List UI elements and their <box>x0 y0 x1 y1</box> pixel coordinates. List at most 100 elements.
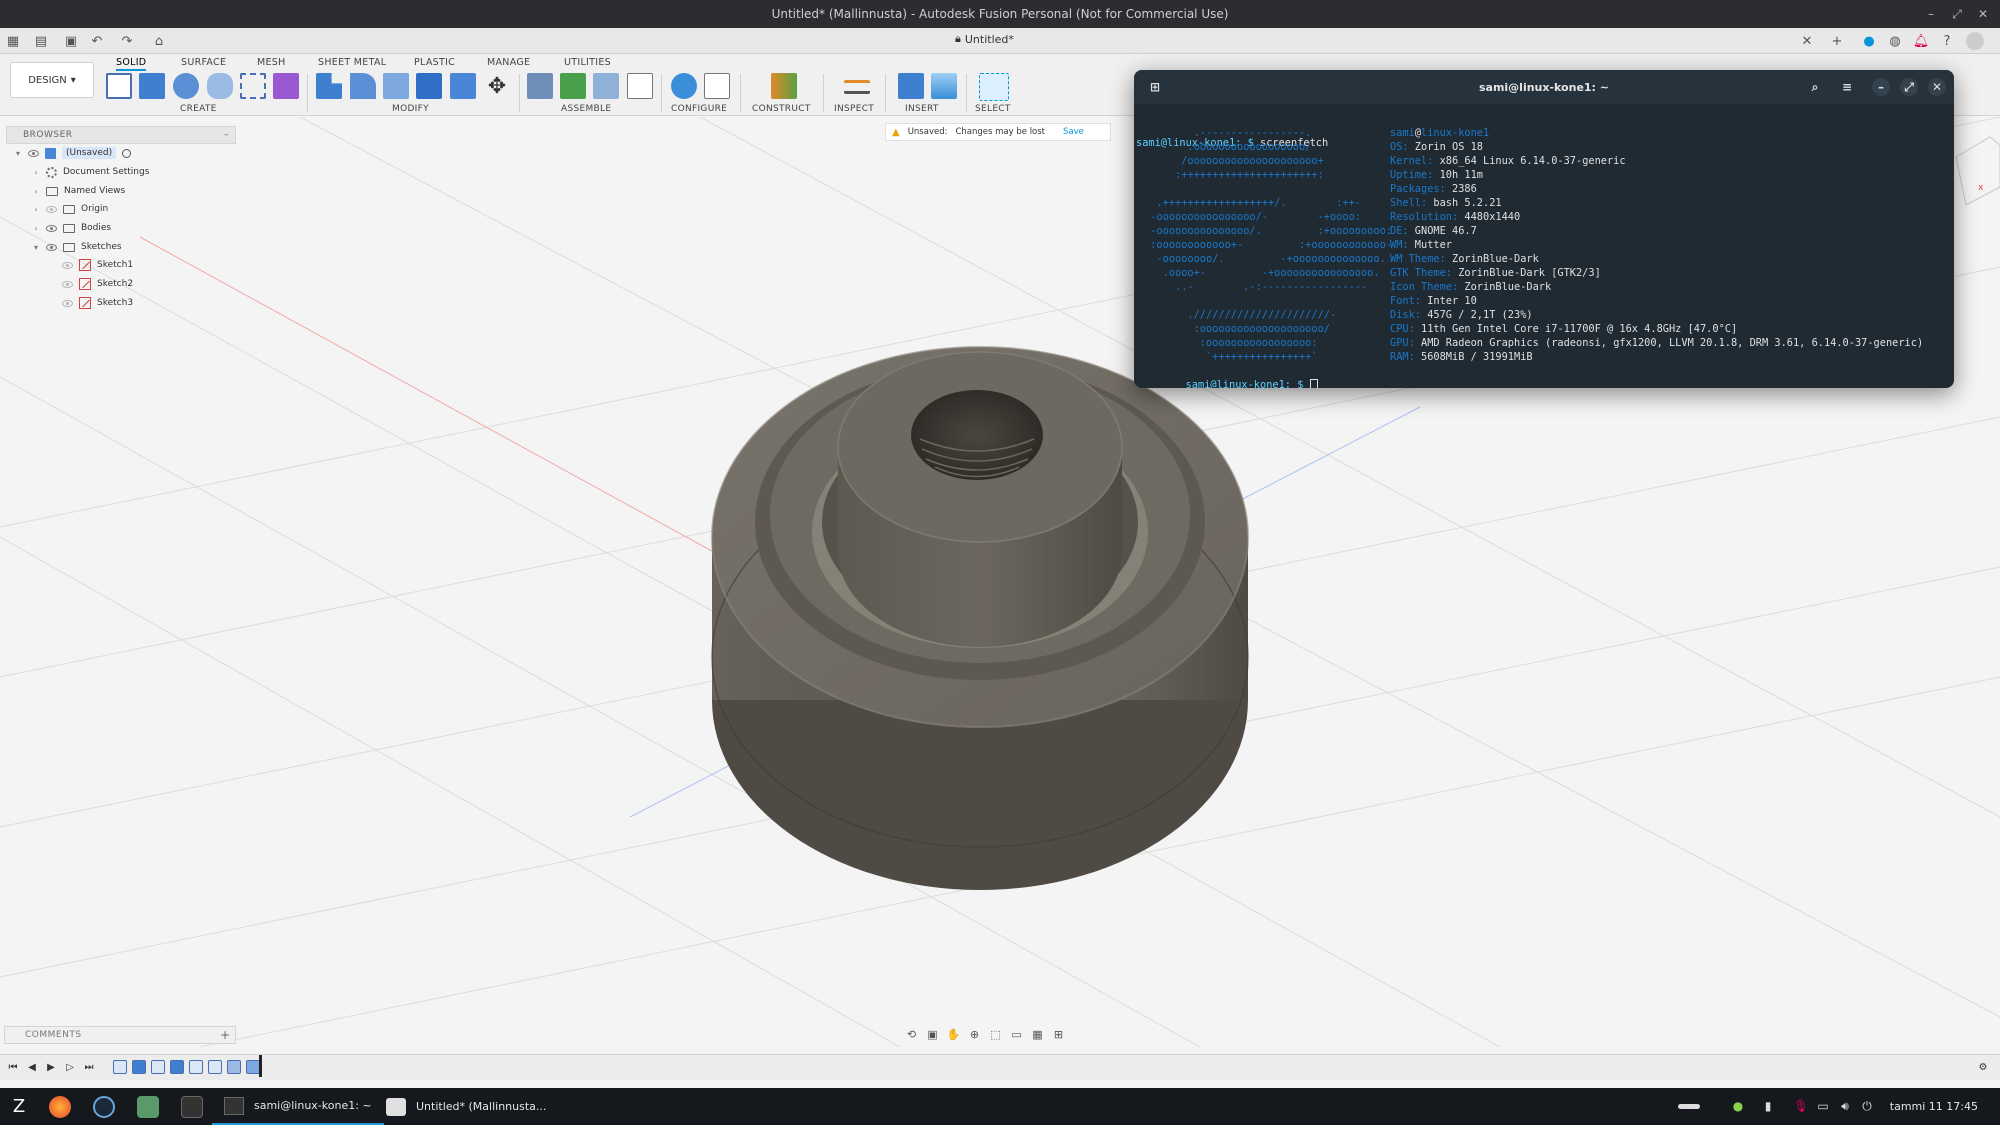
activate-icon[interactable] <box>122 148 132 158</box>
press-pull-icon[interactable] <box>316 73 342 99</box>
fillet-icon[interactable] <box>350 73 376 99</box>
group-create[interactable]: CREATE <box>180 104 217 114</box>
zoom-icon[interactable]: ⊕ <box>968 1028 981 1041</box>
tree-item-sketch2[interactable]: Sketch2 <box>62 275 133 293</box>
terminal-input-line[interactable]: sami@linux-kone1: $ <box>1136 364 1318 388</box>
tree-item-sketch3[interactable]: Sketch3 <box>62 294 133 312</box>
viewports-icon[interactable]: ⊞ <box>1052 1028 1065 1041</box>
table-icon[interactable] <box>627 73 653 99</box>
save-link[interactable]: Save <box>1063 127 1084 137</box>
configure-icon[interactable] <box>671 73 697 99</box>
firefox-icon[interactable] <box>49 1096 71 1118</box>
chevron-right-icon[interactable]: › <box>32 168 40 177</box>
group-assemble[interactable]: ASSEMBLE <box>561 104 611 114</box>
timeline-sketch-feature[interactable] <box>151 1060 165 1074</box>
group-construct[interactable]: CONSTRUCT <box>752 104 811 114</box>
tab-mesh[interactable]: MESH <box>257 57 286 68</box>
new-tab-icon[interactable]: + <box>1828 32 1846 50</box>
fit-icon[interactable]: ⬚ <box>989 1028 1002 1041</box>
chevron-right-icon[interactable]: › <box>32 205 40 214</box>
timeline-hole-feature[interactable] <box>208 1060 222 1074</box>
taskbar-app-terminal[interactable]: sami@linux-kone1: ~ <box>212 1088 384 1125</box>
display-icon[interactable]: ▭ <box>1815 1098 1831 1114</box>
tree-item-named-views[interactable]: › Named Views <box>32 182 125 200</box>
timeline-thread-feature[interactable] <box>246 1060 260 1074</box>
group-configure[interactable]: CONFIGURE <box>671 104 727 114</box>
workspace-indicator[interactable] <box>1678 1104 1700 1109</box>
terminal-output[interactable]: sami@linux-kone1: $ screenfetch .-------… <box>1134 104 1954 388</box>
tab-manage[interactable]: MANAGE <box>487 57 530 68</box>
tree-item-sketch1[interactable]: Sketch1 <box>62 256 133 274</box>
construct-plane-icon[interactable] <box>771 73 797 99</box>
go-to-start-icon[interactable]: ⏮ <box>6 1060 20 1074</box>
add-comment-icon[interactable]: + <box>220 1028 231 1042</box>
insert-derive-icon[interactable] <box>898 73 924 99</box>
grid-menu-icon[interactable]: ▦ <box>4 32 22 50</box>
timeline-fillet-feature[interactable] <box>227 1060 241 1074</box>
chamfer-icon[interactable] <box>383 73 409 99</box>
move-icon[interactable]: ✥ <box>484 73 510 99</box>
tree-item-document-settings[interactable]: › Document Settings <box>32 163 149 181</box>
redo-icon[interactable]: ↷ <box>118 32 136 50</box>
document-tab[interactable]: 🔒︎ Untitled* <box>955 32 1014 46</box>
clipboard-icon[interactable]: ▮ <box>1760 1098 1776 1114</box>
timeline-sketch-feature[interactable] <box>113 1060 127 1074</box>
select-icon[interactable] <box>979 73 1009 101</box>
sync-icon[interactable]: ● <box>1860 32 1878 50</box>
timeline-extrude-feature[interactable] <box>132 1060 146 1074</box>
gear-icon[interactable]: ⚙ <box>1976 1060 1990 1074</box>
extrude-icon[interactable] <box>139 73 165 99</box>
terminal-icon[interactable] <box>181 1096 203 1118</box>
tree-item-bodies[interactable]: › Bodies <box>32 219 111 237</box>
play-icon[interactable]: ▶ <box>44 1060 58 1074</box>
avatar[interactable] <box>1966 32 1984 50</box>
group-insert[interactable]: INSERT <box>905 104 939 114</box>
tab-surface[interactable]: SURFACE <box>181 57 226 68</box>
shell-icon[interactable] <box>416 73 442 99</box>
close-icon[interactable]: ✕ <box>1928 78 1946 96</box>
new-component-icon[interactable] <box>527 73 553 99</box>
eye-hidden-icon[interactable] <box>62 280 73 288</box>
search-icon[interactable]: ⌕ <box>1806 78 1824 96</box>
save-icon[interactable]: ▣ <box>62 32 80 50</box>
timeline-sketch-feature[interactable] <box>189 1060 203 1074</box>
zorin-menu-icon[interactable]: Z <box>8 1096 30 1118</box>
tab-plastic[interactable]: PLASTIC <box>414 57 455 68</box>
jobs-icon[interactable]: ◍ <box>1886 32 1904 50</box>
step-forward-icon[interactable]: ▷ <box>63 1060 77 1074</box>
taskbar-app-fusion[interactable]: Untitled* (Mallinnusta... <box>374 1088 558 1125</box>
as-built-joint-icon[interactable] <box>593 73 619 99</box>
volume-icon[interactable]: 🔊︎ <box>1837 1098 1853 1114</box>
tab-utilities[interactable]: UTILITIES <box>564 57 611 68</box>
home-icon[interactable]: ⌂ <box>150 32 168 50</box>
eye-hidden-icon[interactable] <box>62 261 73 269</box>
terminal-window[interactable]: ⊞ sami@linux-kone1: ~ ⌕ ≡ – ⤢ ✕ sami@lin… <box>1134 70 1954 388</box>
grid-settings-icon[interactable]: ▦ <box>1031 1028 1044 1041</box>
timeline-marker[interactable] <box>259 1055 262 1077</box>
clock[interactable]: tammi 11 17:45 <box>1890 1088 1978 1125</box>
minimize-icon[interactable]: – <box>1918 0 1944 28</box>
tree-item-sketches[interactable]: ▾ Sketches <box>32 238 122 256</box>
timeline-extrude-feature[interactable] <box>170 1060 184 1074</box>
files-icon[interactable] <box>137 1096 159 1118</box>
step-back-icon[interactable]: ◀ <box>25 1060 39 1074</box>
go-to-end-icon[interactable]: ⏭ <box>82 1060 96 1074</box>
create-sketch-icon[interactable] <box>106 73 132 99</box>
terminal-header[interactable]: ⊞ sami@linux-kone1: ~ ⌕ ≡ – ⤢ ✕ <box>1134 70 1954 104</box>
steam-icon[interactable] <box>93 1096 115 1118</box>
undo-icon[interactable]: ↶ <box>88 32 106 50</box>
pan-icon[interactable]: ✋ <box>947 1028 961 1041</box>
group-select[interactable]: SELECT <box>975 104 1011 114</box>
maximize-icon[interactable]: ⤢ <box>1900 78 1918 96</box>
comments-panel[interactable]: COMMENTS + <box>4 1026 236 1044</box>
notifications-icon[interactable]: 🔔︎ <box>1912 32 1930 50</box>
collapse-icon[interactable]: – <box>224 130 229 140</box>
hole-icon[interactable] <box>207 73 233 99</box>
measure-icon[interactable] <box>844 80 870 94</box>
chevron-down-icon[interactable]: ▾ <box>32 243 40 252</box>
configuration-table-icon[interactable] <box>704 73 730 99</box>
eye-icon[interactable] <box>46 243 57 251</box>
microphone-icon[interactable]: 🎙︎ <box>1793 1098 1809 1114</box>
eye-icon[interactable] <box>46 224 57 232</box>
close-icon[interactable]: ✕ <box>1970 0 1996 28</box>
